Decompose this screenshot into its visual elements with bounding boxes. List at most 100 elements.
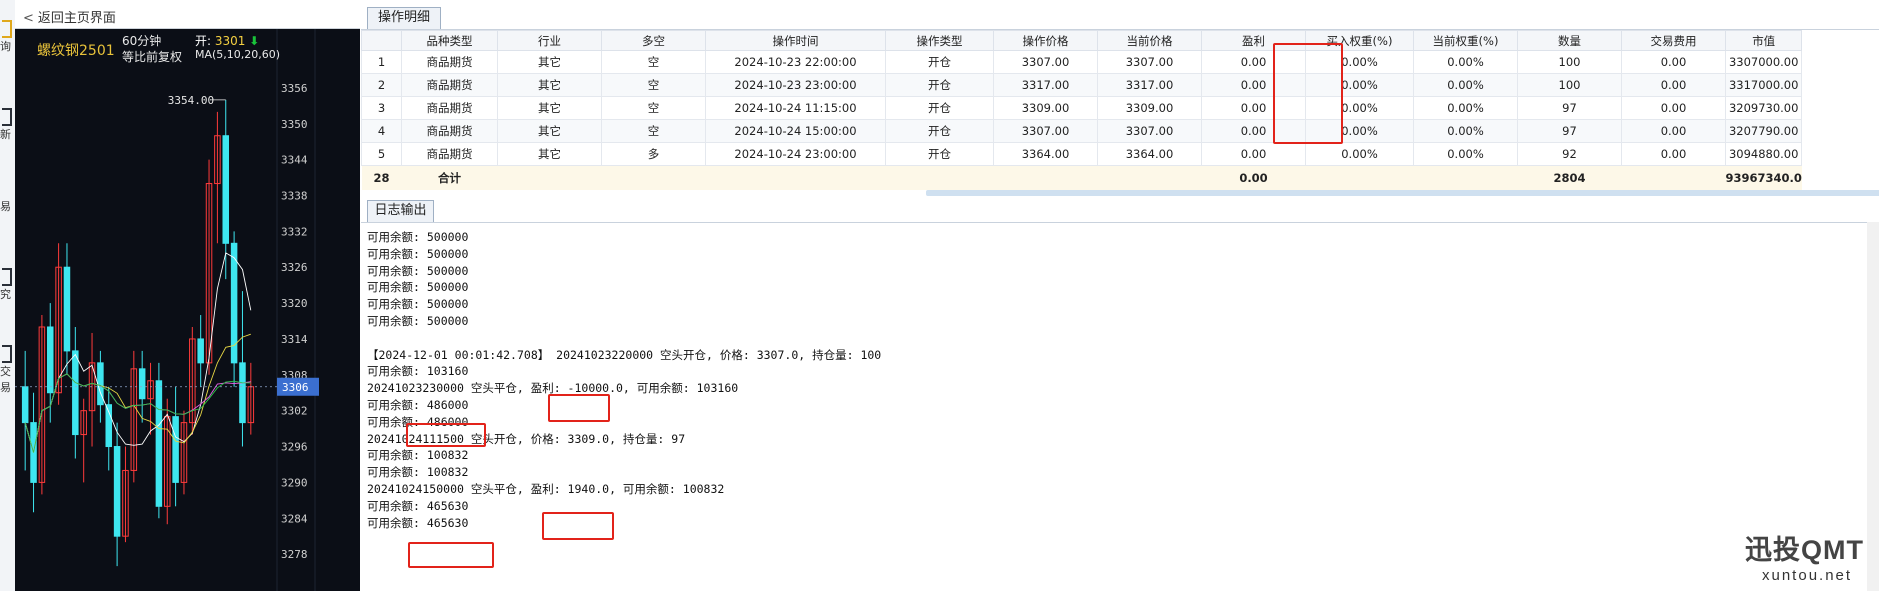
column-header[interactable]: 行业 — [497, 30, 602, 51]
log-line: 可用余额: 500000 — [367, 263, 469, 278]
table-cell: 3209730.00 — [1724, 96, 1803, 120]
column-header[interactable] — [361, 30, 402, 51]
table-cell: 3307.00 — [993, 50, 1098, 74]
table-cell: 0.00 — [1621, 96, 1726, 120]
column-header[interactable]: 数量 — [1517, 30, 1622, 51]
y-tick-label: 3278 — [281, 548, 308, 561]
table-cell: 0.00 — [1621, 73, 1726, 97]
table-cell: 2 — [361, 73, 402, 97]
table-cell: 商品期货 — [401, 73, 498, 97]
table-cell: 97 — [1517, 119, 1622, 143]
down-arrow-icon: ⬇ — [249, 34, 260, 48]
sidebar-item-1[interactable]: 新 — [0, 108, 15, 142]
column-header[interactable]: 操作类型 — [885, 30, 994, 51]
table-cell: 92 — [1517, 142, 1622, 166]
highlight-box — [548, 394, 610, 422]
column-header[interactable]: 市值 — [1724, 30, 1803, 51]
sidebar-label: 交易 — [0, 365, 11, 394]
candle-body — [197, 338, 204, 364]
y-tick-label: 3290 — [281, 476, 308, 489]
table-cell: 3094880.00 — [1724, 142, 1803, 166]
table-header-row: 品种类型 行业 多空 操作时间 操作类型 操作价格 当前价格 盈利 买入权重(%) 当前权重(%)… — [361, 30, 1803, 51]
sidebar-label: 新 — [0, 128, 11, 141]
table-cell: 0.00 — [1621, 119, 1726, 143]
sidebar-item-4[interactable]: 交易 — [0, 345, 15, 395]
ma-label: MA(5,10,20,60) — [195, 48, 281, 61]
horizontal-scrollbar[interactable] — [926, 190, 1879, 196]
table-cell: 开仓 — [885, 50, 994, 74]
sidebar-label: 询 — [0, 40, 11, 53]
total-cell — [885, 165, 994, 190]
candle-body — [155, 380, 163, 507]
candle-body — [138, 368, 146, 400]
table-cell: 开仓 — [885, 96, 994, 120]
sidebar-item-2[interactable]: 易 — [0, 198, 15, 214]
kline-chart[interactable]: 3356 3350 3344 3338 3332 3326 3320 3314 3308 3302… — [15, 29, 360, 591]
column-header[interactable]: 操作价格 — [993, 30, 1098, 51]
log-line: 可用余额: 100832 — [367, 448, 469, 463]
table-cell: 其它 — [497, 96, 602, 120]
total-cell: 2804 — [1517, 165, 1622, 190]
table-row[interactable]: 4 商品期货 其它空 2024-10-24 15:00:00 开仓 3307.00 3307… — [361, 119, 1803, 143]
log-line: 20241024150000 空头平仓, 盈利: 1940.0, 可用余额: 1… — [367, 482, 725, 496]
tab-operation-detail[interactable]: 操作明细 — [367, 7, 441, 30]
column-header[interactable]: 交易费用 — [1621, 30, 1726, 51]
table-cell: 空 — [601, 73, 706, 97]
panel-icon — [2, 268, 12, 286]
table-cell: 2024-10-23 23:00:00 — [705, 73, 886, 97]
back-to-home-link[interactable]: < 返回主页界面 — [23, 7, 116, 26]
log-output-panel: 可用余额: 500000 可用余额: 500000 可用余额: 500000 可用余额… — [361, 222, 1879, 592]
table-cell: 其它 — [497, 142, 602, 166]
vertical-scrollbar[interactable] — [1867, 222, 1879, 591]
table-row[interactable]: 3 商品期货 其它空 2024-10-24 11:15:00 开仓 3309.00 3309… — [361, 96, 1803, 120]
table-cell: 商品期货 — [401, 119, 498, 143]
y-tick-label: 3350 — [281, 118, 308, 131]
log-line: 可用余额: 103160 — [367, 364, 469, 379]
table-cell: 3317.00 — [1097, 73, 1202, 97]
log-line: 可用余额: 500000 — [367, 314, 469, 328]
table-cell: 空 — [601, 96, 706, 120]
column-header[interactable]: 当前权重(%) — [1413, 30, 1518, 51]
table-cell: 3364.00 — [1097, 142, 1202, 166]
table-cell: 商品期货 — [401, 50, 498, 74]
table-cell: 0.00% — [1413, 73, 1518, 97]
total-row: 28 合计 0.00 2804 93967340.0 — [361, 165, 1802, 190]
table-cell: 空 — [601, 119, 706, 143]
table-cell: 3307.00 — [1097, 50, 1202, 74]
sidebar-item-3[interactable]: 究 — [0, 268, 15, 302]
period-label[interactable]: 60分钟 — [122, 32, 161, 49]
table-cell: 0.00 — [1201, 142, 1306, 166]
sidebar-item-0[interactable]: 询 — [0, 20, 15, 54]
table-cell: 空 — [601, 50, 706, 74]
table-row[interactable]: 1 商品期货 其它空 2024-10-23 22:00:00 开仓 3307.00 3307… — [361, 50, 1803, 74]
column-header[interactable]: 操作时间 — [705, 30, 886, 51]
highlight-box — [408, 542, 494, 568]
column-header[interactable]: 当前价格 — [1097, 30, 1202, 51]
candle-body — [97, 362, 104, 406]
total-cell — [993, 165, 1098, 190]
log-line: 可用余额: 500000 — [367, 246, 469, 261]
table-row[interactable]: 2 商品期货 其它空 2024-10-23 23:00:00 开仓 3317.00 3317… — [361, 73, 1803, 97]
table-cell: 3307.00 — [993, 119, 1098, 143]
adjust-label[interactable]: 等比前复权 — [122, 48, 182, 65]
sidebar-label: 易 — [0, 200, 11, 213]
table-cell: 商品期货 — [401, 96, 498, 120]
column-header[interactable]: 品种类型 — [401, 30, 498, 51]
table-cell: 0.00 — [1621, 142, 1726, 166]
tab-log-output[interactable]: 日志输出 — [367, 200, 434, 223]
table-cell: 3207790.00 — [1724, 119, 1803, 143]
y-tick-label: 3356 — [281, 82, 308, 95]
total-cell: 93967340.0 — [1725, 165, 1802, 190]
column-header[interactable]: 多空 — [601, 30, 706, 51]
candle-body — [72, 350, 79, 436]
total-cell: 28 — [361, 165, 402, 190]
brand-watermark: 迅投QMT — [1745, 535, 1864, 565]
table-cell: 3317000.00 — [1724, 73, 1803, 97]
log-line: 可用余额: 486000 — [367, 398, 469, 412]
table-cell: 3317.00 — [993, 73, 1098, 97]
table-row[interactable]: 5 商品期货 其它多 2024-10-24 23:00:00 开仓 3364.00 3364… — [361, 142, 1803, 166]
table-cell: 3364.00 — [993, 142, 1098, 166]
log-line: 可用余额: 500000 — [367, 230, 469, 244]
table-cell: 3 — [361, 96, 402, 120]
total-cell — [1621, 165, 1726, 190]
